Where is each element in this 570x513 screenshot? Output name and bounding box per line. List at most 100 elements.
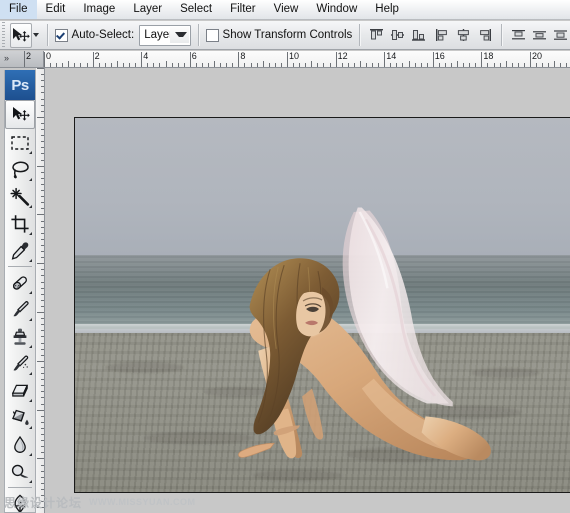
ruler-tick-minor [353, 63, 355, 67]
tool-flyout-indicator[interactable] [26, 399, 32, 402]
distribute-vertical-centers-button[interactable] [530, 25, 549, 45]
tool-flyout-indicator[interactable] [26, 205, 32, 208]
tool-flyout-indicator[interactable] [26, 318, 32, 321]
tool-flyout-indicator[interactable] [26, 453, 32, 456]
ruler-tick-minor [98, 63, 100, 67]
tool-clone-stamp-tool[interactable] [6, 323, 34, 350]
horizontal-ruler[interactable]: » 2 0 2 4 6 8 10 12 14 16 18 20 [0, 51, 570, 68]
ruler-tick-vertical [41, 220, 44, 222]
tool-flyout-indicator[interactable] [26, 345, 32, 348]
tool-blur-tool[interactable] [6, 431, 34, 458]
tool-flyout-indicator[interactable] [26, 426, 32, 429]
vertical-ruler[interactable] [36, 68, 45, 513]
ruler-tick-vertical [41, 92, 44, 94]
ruler-tick-minor [475, 63, 477, 67]
menu-select[interactable]: Select [171, 0, 221, 19]
ruler-tick-vertical [41, 415, 44, 417]
ruler-tick-minor [214, 61, 216, 67]
ruler-tick-vertical [41, 397, 44, 399]
ruler-tick-minor [86, 63, 88, 67]
ruler-tick-vertical [41, 446, 44, 448]
menu-layer[interactable]: Layer [124, 0, 171, 19]
menu-filter[interactable]: Filter [221, 0, 265, 19]
ruler-tick-minor [536, 63, 538, 67]
ruler-origin-block[interactable]: » 2 [0, 51, 44, 67]
document-workspace[interactable] [45, 68, 570, 513]
menu-file[interactable]: File [0, 0, 37, 19]
tool-flyout-indicator[interactable] [26, 178, 32, 181]
crop-icon [11, 214, 29, 233]
auto-select-target-value: Layer [144, 29, 173, 41]
tool-preset-picker-button[interactable] [32, 24, 40, 47]
eyedropper-icon [11, 241, 29, 260]
ruler-tick-minor [201, 63, 203, 67]
ruler-tick-vertical [41, 238, 44, 240]
menu-view[interactable]: View [265, 0, 308, 19]
auto-select-target-dropdown[interactable]: Layer [139, 24, 191, 46]
distribute-bottom-edges-icon [554, 30, 567, 40]
ruler-tick-minor [311, 61, 313, 67]
tool-flyout-indicator[interactable] [26, 480, 32, 483]
tool-lasso-tool[interactable] [6, 156, 34, 183]
tool-flyout-indicator[interactable] [26, 232, 32, 235]
options-bar-grip[interactable] [0, 21, 5, 49]
tool-magic-wand-tool[interactable] [6, 183, 34, 210]
ruler-tick-vertical [41, 440, 44, 442]
ruler-label: 20 [532, 51, 543, 61]
ruler-tick-minor [50, 63, 52, 67]
ruler-tick-vertical [41, 244, 44, 246]
ruler-tick-minor [74, 63, 76, 67]
document-canvas[interactable] [74, 117, 570, 493]
menu-window[interactable]: Window [307, 0, 366, 19]
align-right-edges-button[interactable] [475, 25, 494, 45]
ruler-tick-vertical [41, 257, 44, 259]
tool-eraser-tool[interactable] [6, 377, 34, 404]
ruler-tick-major [384, 52, 386, 67]
align-bottom-edges-button[interactable] [409, 25, 428, 45]
tool-paint-bucket-tool[interactable] [6, 404, 34, 431]
menu-help[interactable]: Help [366, 0, 408, 19]
ruler-tick-minor [396, 63, 398, 67]
align-vertical-centers-icon [390, 30, 404, 40]
show-transform-controls-label: Show Transform Controls [222, 29, 353, 41]
align-vertical-centers-button[interactable] [388, 25, 407, 45]
ruler-tick-vertical [41, 135, 44, 137]
ruler-tick-minor [511, 63, 513, 67]
expand-arrows-icon[interactable]: » [4, 54, 9, 63]
auto-select-checkbox[interactable] [54, 28, 68, 42]
ruler-tick-minor [463, 63, 465, 67]
tool-crop-tool[interactable] [6, 210, 34, 237]
lasso-icon [12, 161, 29, 179]
tool-flyout-indicator[interactable] [26, 259, 32, 262]
ruler-tick-minor [299, 63, 301, 67]
ruler-tick-vertical [41, 391, 44, 393]
dropdown-button[interactable] [169, 26, 189, 43]
tool-dodge-tool[interactable] [6, 458, 34, 485]
show-transform-controls-checkbox[interactable] [205, 28, 219, 42]
tool-move-tool[interactable] [5, 100, 35, 129]
ruler-tick-vertical [41, 159, 44, 161]
tool-eyedropper-tool[interactable] [6, 237, 34, 264]
tool-healing-brush-tool[interactable] [6, 269, 34, 296]
ruler-tick-vertical [41, 318, 44, 320]
tool-flyout-indicator[interactable] [26, 151, 32, 154]
align-horizontal-centers-button[interactable] [454, 25, 473, 45]
ruler-tick-minor [517, 63, 519, 67]
distribute-top-edges-button[interactable] [509, 25, 528, 45]
distribute-bottom-edges-button[interactable] [551, 25, 570, 45]
menu-edit[interactable]: Edit [37, 0, 75, 19]
ruler-tick-minor [372, 63, 374, 67]
tool-brush-tool[interactable] [6, 296, 34, 323]
tool-flyout-indicator[interactable] [26, 372, 32, 375]
ruler-tick-vertical [41, 74, 44, 76]
active-tool-preset-button[interactable] [9, 22, 32, 48]
tool-pen-tool[interactable] [6, 490, 34, 512]
align-top-edges-button[interactable] [367, 25, 386, 45]
menu-image[interactable]: Image [74, 0, 124, 19]
tool-flyout-indicator[interactable] [26, 291, 32, 294]
ruler-tick-major [238, 52, 240, 67]
align-left-edges-button[interactable] [433, 25, 452, 45]
ruler-tick-vertical [41, 251, 44, 252]
tool-history-brush-tool[interactable] [6, 350, 34, 377]
tool-rectangular-marquee-tool[interactable] [6, 129, 34, 156]
